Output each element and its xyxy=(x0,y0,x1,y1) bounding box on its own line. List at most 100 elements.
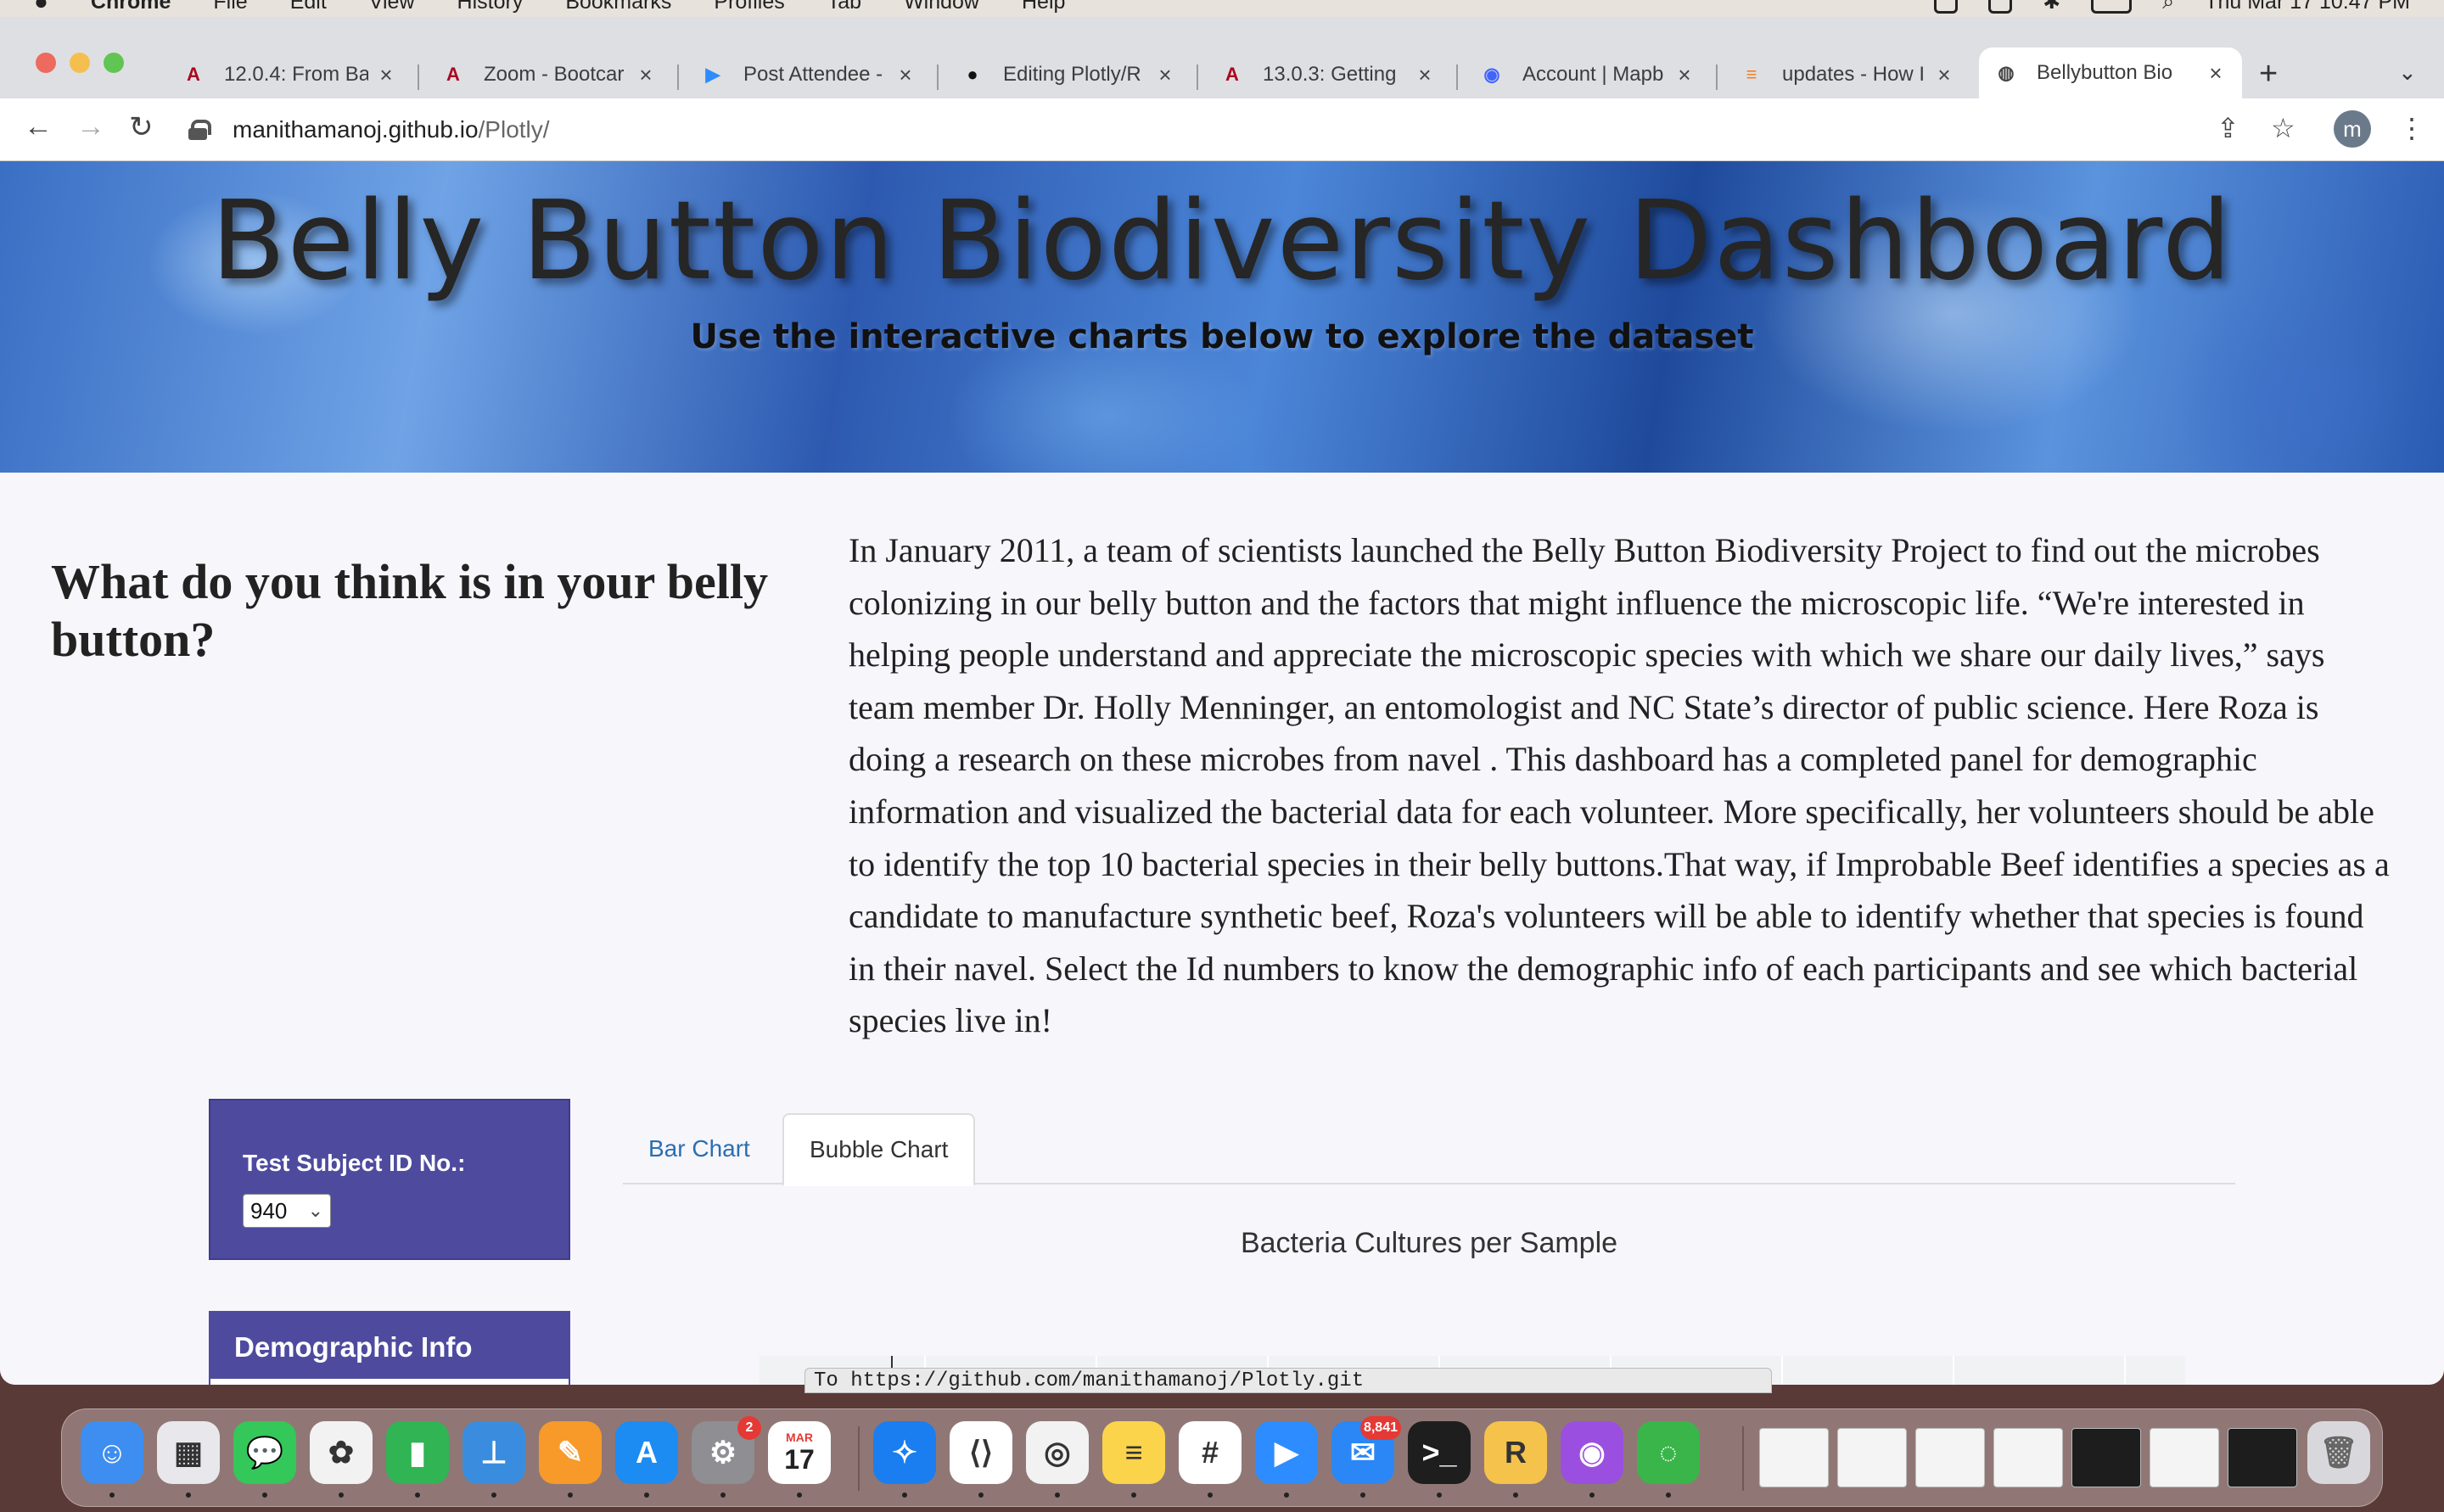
browser-tab[interactable]: A 12.0.4: From Ba × xyxy=(166,51,412,98)
tab-search-chevron-icon[interactable]: ⌄ xyxy=(2398,59,2417,86)
tab-title: Bellybutton Bio xyxy=(2037,61,2173,84)
grid-line xyxy=(2124,1356,2126,1385)
bluetooth-icon[interactable]: ✱ xyxy=(2043,0,2060,14)
close-icon[interactable]: × xyxy=(2205,60,2227,87)
minimized-window[interactable] xyxy=(1837,1428,1907,1487)
menu-history[interactable]: History xyxy=(457,0,524,14)
battery-icon[interactable] xyxy=(2091,0,2133,14)
terminal-icon[interactable]: >_ xyxy=(1408,1421,1471,1484)
tab-separator xyxy=(1456,64,1458,90)
running-indicator xyxy=(1208,1492,1213,1498)
rstudio-icon[interactable]: R xyxy=(1484,1421,1547,1484)
status-icon[interactable] xyxy=(1934,0,1959,14)
minimized-window[interactable] xyxy=(1759,1428,1829,1487)
close-icon[interactable]: × xyxy=(1933,62,1955,88)
menu-window[interactable]: Window xyxy=(904,0,979,14)
podcasts-icon[interactable]: ◉ xyxy=(1561,1421,1623,1484)
browser-tab[interactable]: ● Editing Plotly/R × xyxy=(945,51,1191,98)
dock-glyph: R xyxy=(1505,1435,1527,1470)
chart-tabs: Bar Chart Bubble Chart xyxy=(623,1113,2235,1186)
minimized-window[interactable] xyxy=(1993,1428,2063,1487)
zoom-icon[interactable]: ▶ xyxy=(1255,1421,1318,1484)
github-icon: ● xyxy=(967,64,978,85)
chrome-icon[interactable]: ◎ xyxy=(1026,1421,1089,1484)
finder-icon[interactable]: ☺ xyxy=(81,1421,143,1484)
status-icon[interactable] xyxy=(1988,0,2013,14)
zoom-window-button[interactable] xyxy=(104,53,124,73)
launchpad-icon[interactable]: ▦ xyxy=(157,1421,220,1484)
minimized-window[interactable] xyxy=(2150,1428,2219,1487)
new-tab-button[interactable]: + xyxy=(2259,56,2278,92)
safari-icon[interactable]: ✧ xyxy=(873,1421,936,1484)
running-indicator xyxy=(1055,1492,1060,1498)
running-indicator xyxy=(1131,1492,1136,1498)
share-icon[interactable]: ⇪ xyxy=(2217,112,2239,144)
menu-tab[interactable]: Tab xyxy=(827,0,861,14)
menu-help[interactable]: Help xyxy=(1022,0,1065,14)
grid-line xyxy=(1781,1356,1783,1385)
browser-tab[interactable]: A 13.0.3: Getting × xyxy=(1205,51,1451,98)
notification-badge: 2 xyxy=(737,1416,761,1440)
tab-bubble-chart[interactable]: Bubble Chart xyxy=(782,1113,976,1186)
messages-icon[interactable]: 💬 xyxy=(233,1421,296,1484)
browser-tab[interactable]: ▶ Post Attendee - × xyxy=(686,51,932,98)
calendar-icon[interactable]: MAR 17 xyxy=(768,1421,831,1484)
menu-file[interactable]: File xyxy=(213,0,247,14)
system-preferences-icon[interactable]: ⚙ 2 xyxy=(692,1416,761,1484)
menu-profiles[interactable]: Profiles xyxy=(714,0,784,14)
close-window-button[interactable] xyxy=(36,53,56,73)
close-icon[interactable]: × xyxy=(894,62,916,88)
back-button[interactable]: ← xyxy=(24,110,53,143)
running-indicator xyxy=(978,1492,984,1498)
subject-id-dropdown[interactable]: 940 ⌄ xyxy=(243,1194,331,1228)
close-icon[interactable]: × xyxy=(375,62,397,88)
close-icon[interactable]: × xyxy=(1154,62,1176,88)
menu-bookmarks[interactable]: Bookmarks xyxy=(565,0,671,14)
status-bar: To https://github.com/manithamanoj/Plotl… xyxy=(804,1368,1772,1393)
numbers-icon[interactable]: ▮ xyxy=(386,1421,449,1484)
menu-edit[interactable]: Edit xyxy=(290,0,327,14)
browser-tab[interactable]: ◉ Account | Mapb × xyxy=(1465,51,1711,98)
trash-icon[interactable]: 🗑 xyxy=(2307,1421,2370,1484)
menu-app-name[interactable]: Chrome xyxy=(91,0,171,14)
mail-icon[interactable]: ✉ 8,841 xyxy=(1331,1416,1401,1484)
photos-icon[interactable]: ✿ xyxy=(310,1421,373,1484)
dock-glyph: ◉ xyxy=(1578,1435,1606,1470)
running-indicator xyxy=(1360,1492,1365,1498)
running-indicator xyxy=(491,1492,496,1498)
calendar-month: MAR xyxy=(786,1430,813,1444)
url-path: /Plotly/ xyxy=(478,116,550,143)
apple-menu-icon[interactable]: ● xyxy=(34,0,48,15)
keynote-icon[interactable]: ⊥ xyxy=(462,1421,525,1484)
slack-icon[interactable]: # xyxy=(1179,1421,1242,1484)
activity-icon[interactable]: ◌ xyxy=(1637,1421,1700,1484)
forward-button[interactable]: → xyxy=(76,110,105,143)
chrome-menu-icon[interactable]: ⋮ xyxy=(2398,112,2425,144)
datetime[interactable]: Thu Mar 17 10:47 PM xyxy=(2205,0,2410,14)
bookmark-star-icon[interactable]: ☆ xyxy=(2271,112,2295,144)
profile-avatar[interactable]: m xyxy=(2334,110,2371,148)
minimize-window-button[interactable] xyxy=(70,53,90,73)
tab-bar-chart[interactable]: Bar Chart xyxy=(623,1113,776,1184)
minimized-window[interactable] xyxy=(2228,1428,2297,1487)
app-store-icon[interactable]: A xyxy=(615,1421,678,1484)
close-icon[interactable]: × xyxy=(1414,62,1436,88)
reload-button[interactable]: ↻ xyxy=(129,110,154,144)
browser-tab[interactable]: ◍ Bellybutton Bio × xyxy=(1979,48,2242,98)
dock-glyph: ◎ xyxy=(1044,1435,1071,1470)
lock-icon[interactable] xyxy=(188,120,211,140)
dock-glyph: ▶ xyxy=(1275,1435,1298,1470)
demographic-panel: Demographic Info xyxy=(209,1311,570,1385)
pages-icon[interactable]: ✎ xyxy=(539,1421,602,1484)
close-icon[interactable]: × xyxy=(1673,62,1696,88)
address-bar[interactable]: manithamanoj.github.io/Plotly/ xyxy=(188,109,2225,151)
vscode-icon[interactable]: ⟨⟩ xyxy=(950,1421,1012,1484)
minimized-window[interactable] xyxy=(2071,1428,2141,1487)
close-icon[interactable]: × xyxy=(635,62,657,88)
minimized-window[interactable] xyxy=(1915,1428,1985,1487)
browser-tab[interactable]: ≡ updates - How I × xyxy=(1724,51,1970,98)
menu-view[interactable]: View xyxy=(369,0,415,14)
search-icon[interactable]: ⌕ xyxy=(2162,0,2174,14)
browser-tab[interactable]: A Zoom - Bootcar × xyxy=(426,51,672,98)
notes-icon[interactable]: ≡ xyxy=(1102,1421,1165,1484)
